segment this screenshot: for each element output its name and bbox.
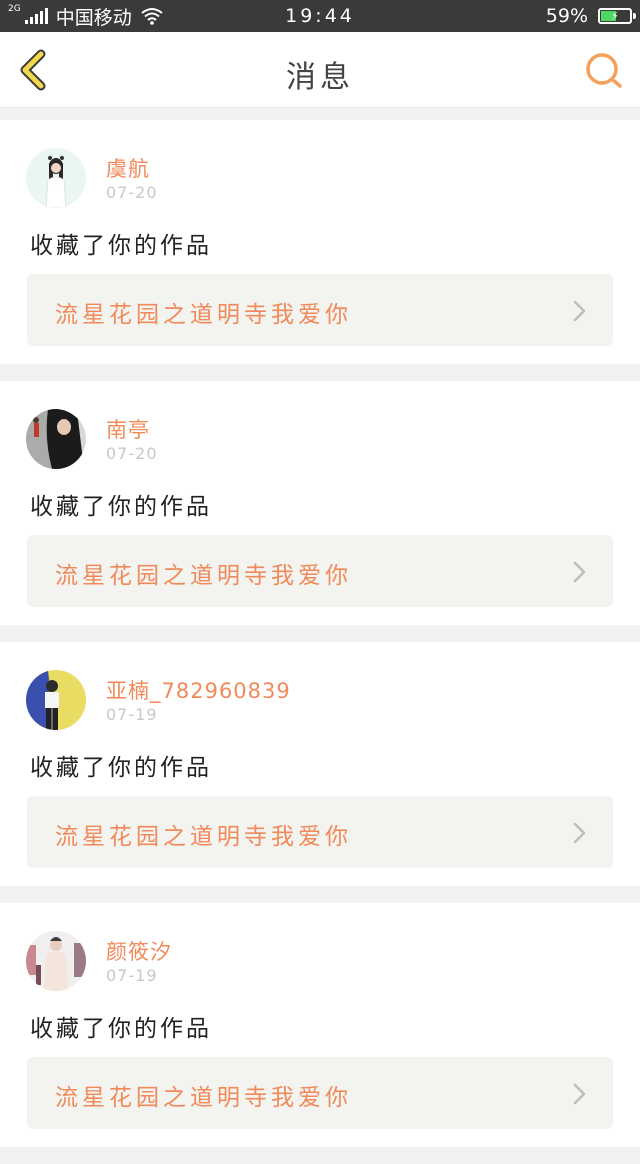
- username[interactable]: 南亭: [106, 414, 150, 444]
- search-button[interactable]: [584, 50, 624, 90]
- message-text: 收藏了你的作品: [30, 494, 212, 520]
- status-left: 2G 中国移动: [8, 3, 546, 30]
- chevron-right-icon: [573, 300, 587, 322]
- work-title: 流星花园之道明寺我爱你: [55, 302, 352, 328]
- battery-percent: 59%: [545, 5, 588, 27]
- chevron-right-icon: [573, 561, 587, 583]
- message-date: 07-19: [106, 966, 158, 985]
- work-title: 流星花园之道明寺我爱你: [55, 824, 352, 850]
- avatar[interactable]: [26, 409, 86, 469]
- username[interactable]: 虞航: [106, 153, 150, 183]
- work-link[interactable]: 流星花园之道明寺我爱你: [27, 535, 613, 607]
- search-icon: [586, 53, 622, 88]
- battery-icon: ⚡: [598, 8, 636, 24]
- message-date: 07-20: [106, 444, 158, 463]
- message-card: 虞航 07-20 收藏了你的作品 流星花园之道明寺我爱你: [0, 120, 640, 364]
- work-link[interactable]: 流星花园之道明寺我爱你: [27, 796, 613, 868]
- message-date: 07-19: [106, 705, 158, 724]
- wifi-icon: [140, 7, 164, 25]
- chevron-left-icon: [20, 49, 46, 91]
- message-date: 07-20: [106, 183, 158, 202]
- message-text: 收藏了你的作品: [30, 233, 212, 259]
- work-title: 流星花园之道明寺我爱你: [55, 563, 352, 589]
- chevron-right-icon: [573, 1083, 587, 1105]
- message-text: 收藏了你的作品: [30, 1016, 212, 1042]
- work-link[interactable]: 流星花园之道明寺我爱你: [27, 274, 613, 346]
- avatar[interactable]: [26, 931, 86, 991]
- app-header: 消息: [0, 32, 640, 108]
- message-card: 南亭 07-20 收藏了你的作品 流星花园之道明寺我爱你: [0, 381, 640, 625]
- carrier-label: 中国移动: [55, 6, 132, 29]
- avatar[interactable]: [26, 148, 86, 208]
- message-text: 收藏了你的作品: [30, 755, 212, 781]
- charging-bolt-icon: ⚡: [611, 9, 619, 23]
- message-list: 虞航 07-20 收藏了你的作品 流星花园之道明寺我爱你 南亭 07-20 收藏…: [0, 120, 640, 1164]
- chevron-right-icon: [573, 822, 587, 844]
- signal-icon: [24, 8, 48, 24]
- network-type-label: 2G: [8, 3, 21, 14]
- page-title: 消息: [286, 60, 354, 95]
- avatar[interactable]: [26, 670, 86, 730]
- back-button[interactable]: [14, 48, 58, 92]
- message-card: 颜筱汐 07-19 收藏了你的作品 流星花园之道明寺我爱你: [0, 903, 640, 1147]
- work-link[interactable]: 流星花园之道明寺我爱你: [27, 1057, 613, 1129]
- username[interactable]: 颜筱汐: [106, 936, 172, 966]
- message-card: 亚楠_782960839 07-19 收藏了你的作品 流星花园之道明寺我爱你: [0, 642, 640, 886]
- username[interactable]: 亚楠_782960839: [106, 675, 291, 705]
- work-title: 流星花园之道明寺我爱你: [55, 1085, 352, 1111]
- status-right: 59% ⚡: [545, 5, 636, 27]
- status-bar: 2G 中国移动 19:44 59% ⚡: [0, 0, 640, 32]
